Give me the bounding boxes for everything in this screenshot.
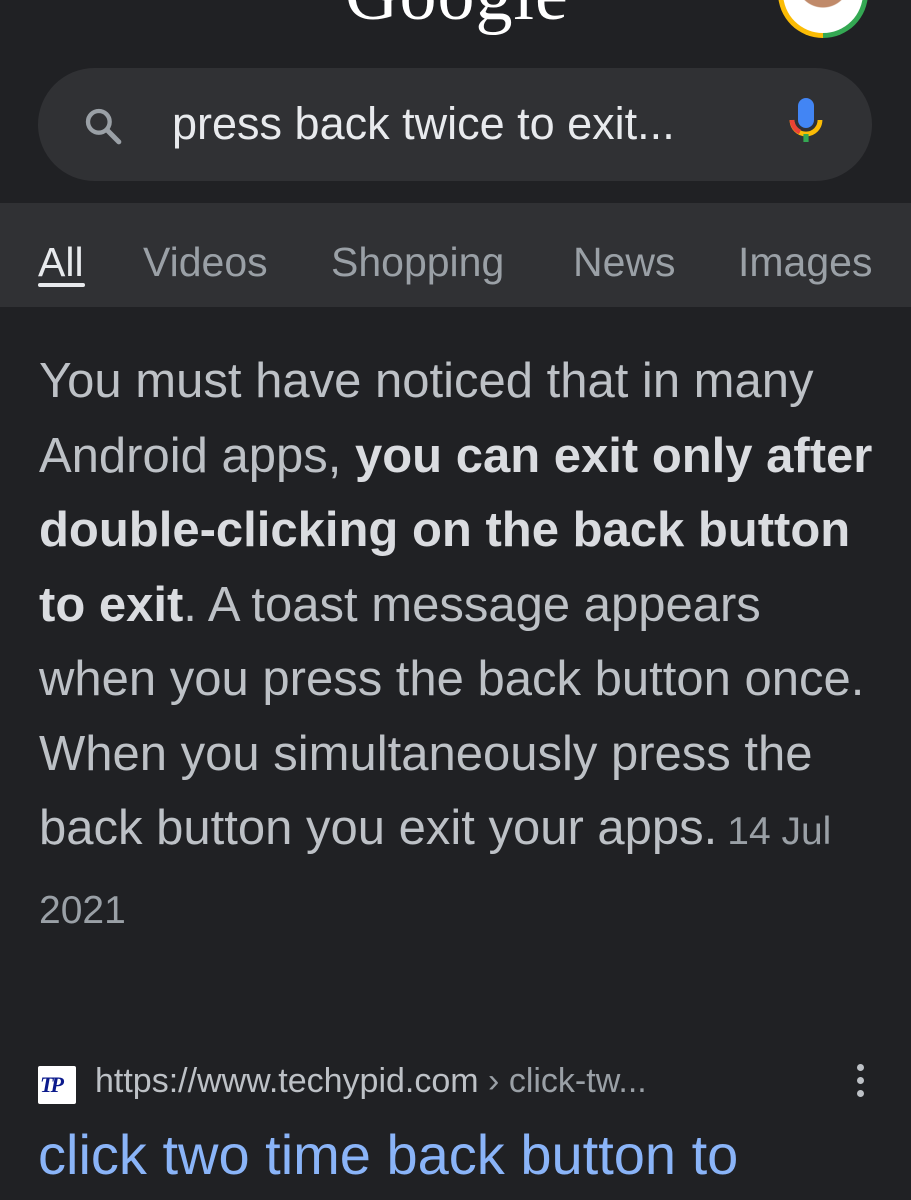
search-bar[interactable]: press back twice to exit... bbox=[38, 68, 872, 181]
result-url[interactable]: https://www.techypid.com › click-tw... bbox=[95, 1062, 647, 1101]
tab-news[interactable]: News bbox=[573, 239, 676, 286]
result-domain: https://www.techypid.com bbox=[95, 1062, 479, 1100]
result-source[interactable]: TP https://www.techypid.com › click-tw..… bbox=[38, 1060, 888, 1110]
mic-icon[interactable] bbox=[788, 98, 824, 150]
tab-images[interactable]: Images bbox=[738, 239, 872, 286]
account-avatar[interactable] bbox=[778, 0, 868, 38]
result-breadcrumb: › click-tw... bbox=[478, 1062, 647, 1100]
active-tab-indicator bbox=[38, 283, 85, 287]
search-tabs: All Videos Shopping News Images bbox=[0, 203, 911, 307]
search-icon[interactable] bbox=[83, 106, 123, 146]
site-favicon: TP bbox=[38, 1066, 76, 1104]
featured-snippet: You must have noticed that in many Andro… bbox=[39, 344, 879, 948]
tab-all[interactable]: All bbox=[38, 239, 84, 286]
search-input[interactable]: press back twice to exit... bbox=[172, 98, 675, 150]
header: Google press back twice to exit... bbox=[0, 0, 911, 210]
result-title-link[interactable]: click two time back button to bbox=[38, 1122, 738, 1187]
google-logo[interactable]: Google bbox=[345, 0, 569, 32]
more-vert-icon[interactable] bbox=[848, 1064, 872, 1108]
tab-videos[interactable]: Videos bbox=[143, 239, 268, 286]
tab-shopping[interactable]: Shopping bbox=[331, 239, 504, 286]
